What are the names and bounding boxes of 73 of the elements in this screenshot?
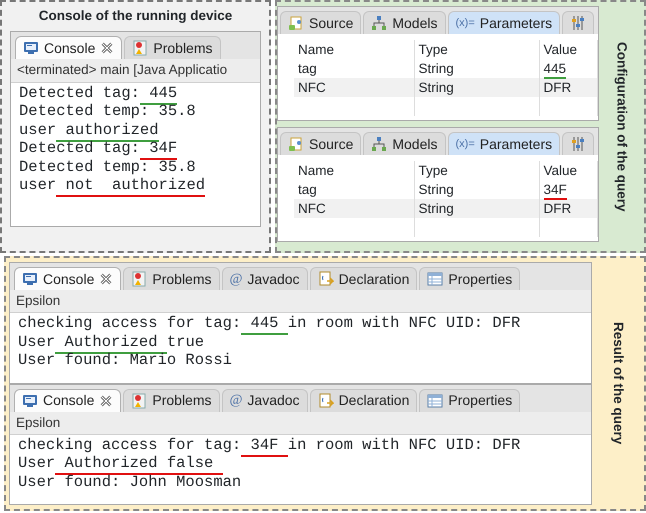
column-header: Name [294, 161, 414, 180]
console-line: checking access for tag: 34F in room with NFC UID: DFR [18, 436, 520, 454]
sliders-icon [570, 136, 586, 152]
problems-icon [131, 392, 148, 408]
console-line: Detected temp: 35.8 [19, 158, 196, 176]
document-arrow-icon [318, 271, 334, 287]
monitor-icon [22, 271, 38, 287]
document-icon [288, 136, 304, 152]
tab[interactable]: Problems [124, 36, 221, 60]
table-cell: DFR [539, 199, 598, 218]
tab[interactable]: Source [280, 11, 362, 34]
document-arrow-icon [318, 392, 334, 408]
problems-icon [132, 40, 148, 56]
tab[interactable]: Properties [419, 388, 520, 412]
variables-icon: (x)= [456, 136, 475, 152]
panel-title: Console of the running device [38, 7, 234, 25]
tab[interactable]: Properties [419, 267, 520, 290]
tab[interactable]: Declaration [310, 388, 418, 412]
tab[interactable]: Models [363, 11, 446, 34]
panel-label: Configuration of the query [614, 42, 631, 212]
console-line: user not authorized [19, 176, 206, 194]
tab[interactable]: (x)= Parameters [448, 11, 560, 34]
document-icon [288, 15, 304, 31]
table-cell: String [414, 78, 539, 97]
tab[interactable]: Console [14, 388, 122, 412]
close-icon [100, 41, 114, 56]
sliders-icon [570, 15, 586, 31]
hierarchy-icon [371, 136, 388, 152]
console-line: User found: John Moosman [18, 472, 242, 492]
column-header: Value [539, 40, 598, 59]
column-header: Value [539, 161, 598, 180]
at-sign-icon: @ [230, 390, 242, 411]
tab[interactable]: Source [280, 132, 362, 155]
table-cell: DFR [539, 78, 598, 97]
tab[interactable] [562, 132, 594, 155]
tab[interactable]: @ Javadoc [222, 388, 308, 412]
column-header: Name [294, 40, 414, 59]
tab[interactable]: Problems [123, 388, 220, 412]
tab[interactable]: Console [14, 267, 122, 290]
tab[interactable]: (x)= Parameters [448, 132, 560, 155]
close-icon [99, 272, 114, 286]
console-header: Epsilon [10, 412, 591, 435]
tab[interactable]: Console [15, 36, 122, 60]
column-header: Type [414, 161, 539, 180]
tab[interactable]: Models [363, 132, 446, 155]
hierarchy-icon [371, 15, 388, 31]
variables-icon: (x)= [456, 14, 475, 32]
tab[interactable]: Declaration [310, 267, 418, 290]
console-line: user authorized [19, 120, 159, 139]
panel-label: Result of the query [610, 322, 628, 445]
console-line: checking access for tag: 445 in room with NFC UID: DFR [18, 314, 520, 333]
table-cell: NFC [294, 199, 414, 218]
console-line: User Authorized false [18, 454, 223, 473]
tab[interactable] [562, 11, 594, 34]
column-header: Type [414, 40, 539, 59]
at-sign-icon: @ [230, 268, 242, 290]
console-header: <terminated> main [Java Applicatio [11, 59, 260, 82]
table-cell: NFC [294, 78, 414, 97]
console-line: Detected temp: 35.8 [19, 102, 196, 120]
monitor-icon [22, 392, 38, 408]
console-line: Detected tag: 34F [19, 139, 178, 158]
monitor-icon [23, 40, 39, 56]
table-icon [427, 271, 444, 287]
close-icon [99, 394, 114, 408]
tab[interactable]: @ Javadoc [222, 267, 308, 290]
console-line: User found: Mario Rossi [18, 351, 232, 370]
console-line: User Authorized true [18, 332, 204, 352]
console-header: Epsilon [10, 290, 591, 314]
table-cell: String [414, 199, 539, 218]
console-line: Detected tag: 445 [19, 84, 178, 102]
tab[interactable]: Problems [123, 267, 220, 290]
problems-icon [131, 271, 148, 287]
table-icon [427, 392, 444, 408]
